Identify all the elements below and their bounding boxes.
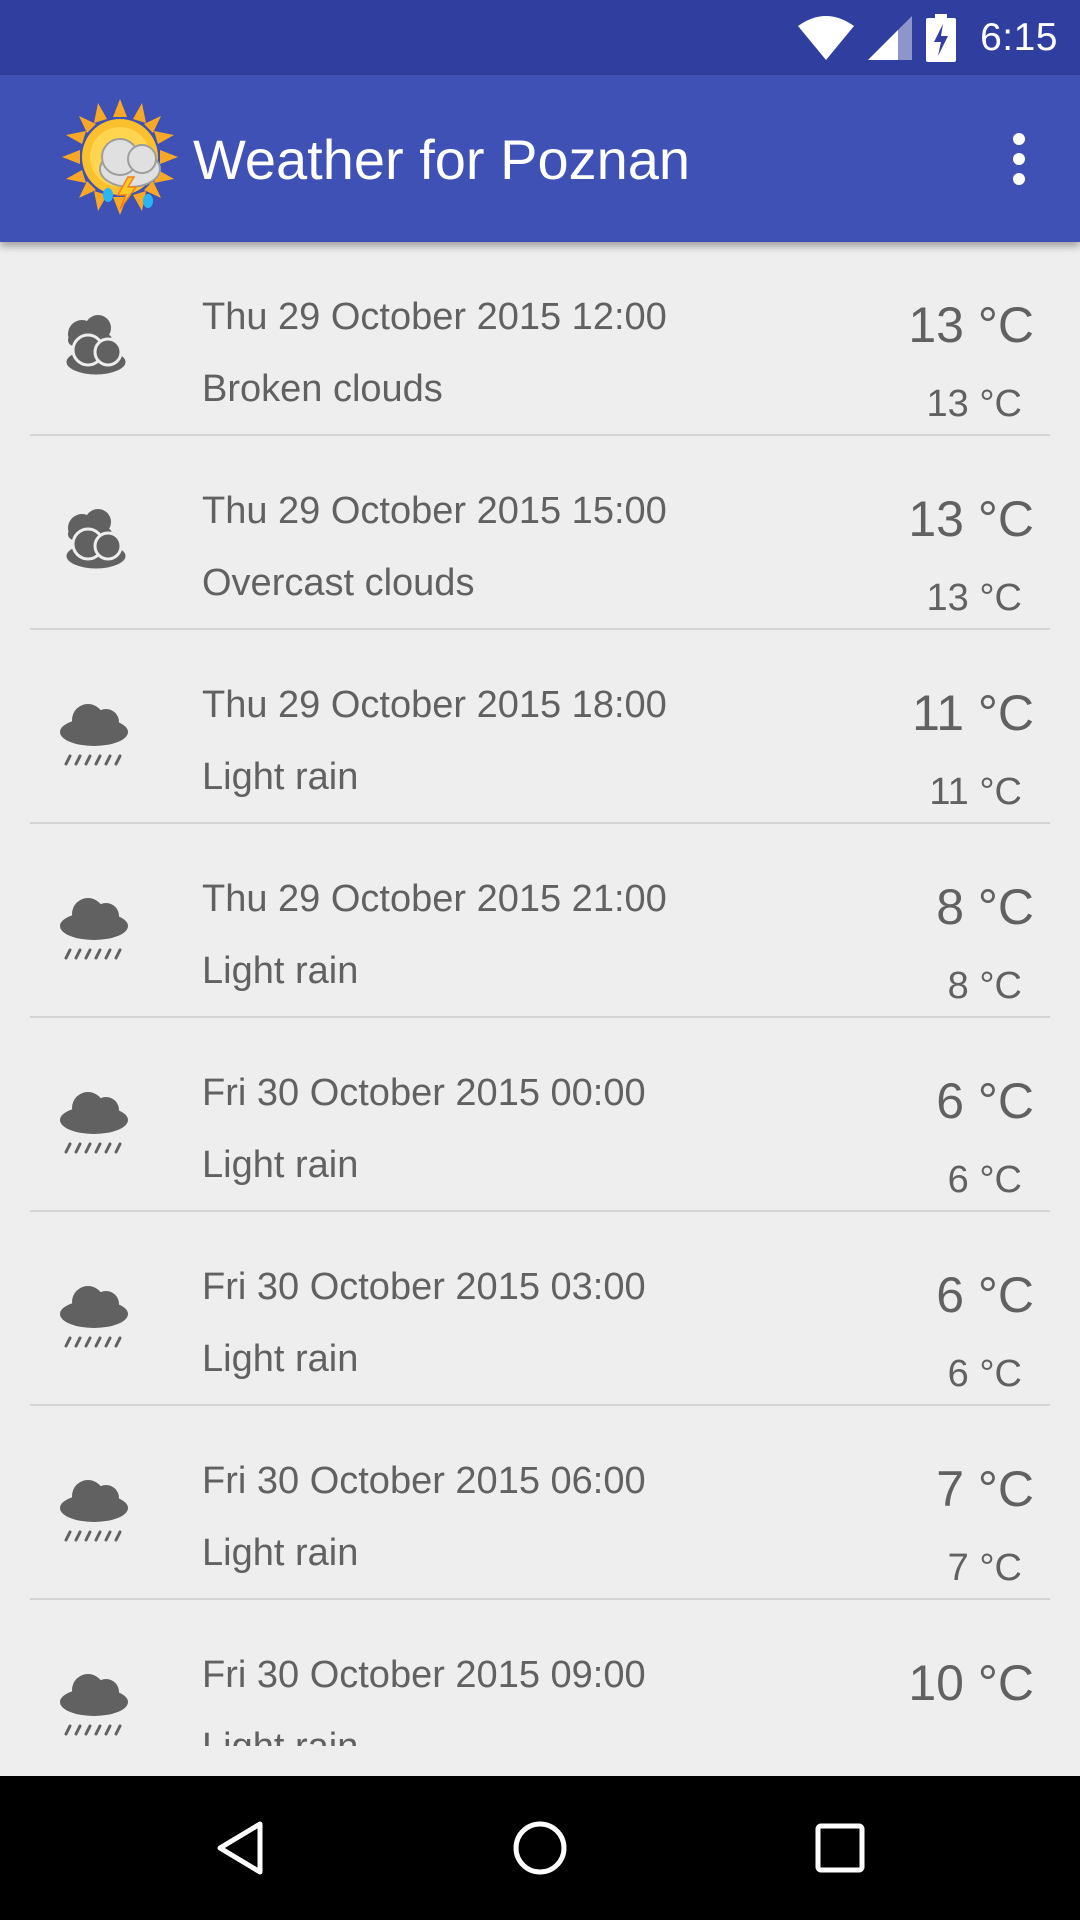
forecast-date: Fri 30 October 2015 06:00 — [202, 1460, 646, 1502]
recents-icon — [815, 1823, 865, 1873]
forecast-description: Broken clouds — [202, 368, 443, 410]
home-icon — [513, 1821, 567, 1875]
recents-button[interactable] — [790, 1798, 890, 1898]
forecast-temperature-secondary: 7 °C — [947, 1547, 1022, 1589]
forecast-row[interactable]: Thu 29 October 2015 18:00 Light rain 11 … — [0, 630, 1080, 824]
light-rain-icon — [60, 1480, 128, 1542]
forecast-temperature-secondary: 11 °C — [929, 771, 1022, 813]
forecast-row[interactable]: Fri 30 October 2015 06:00 Light rain 7 °… — [0, 1406, 1080, 1600]
forecast-temperature: 10 °C — [908, 1655, 1034, 1711]
broken-clouds-icon — [63, 315, 129, 378]
back-button[interactable] — [190, 1798, 290, 1898]
forecast-temperature-secondary: 13 °C — [926, 577, 1022, 619]
forecast-date: Thu 29 October 2015 21:00 — [202, 878, 667, 920]
forecast-temperature: 6 °C — [936, 1073, 1034, 1129]
navigation-bar — [0, 1776, 1080, 1920]
forecast-description: Light rain — [202, 1532, 359, 1574]
forecast-date: Thu 29 October 2015 12:00 — [202, 296, 667, 338]
status-icons: 6:15 — [798, 14, 1058, 62]
home-button[interactable] — [490, 1798, 590, 1898]
cell-signal-icon — [868, 16, 913, 60]
forecast-list[interactable]: Thu 29 October 2015 12:00 Broken clouds … — [0, 242, 1080, 1746]
forecast-row[interactable]: Fri 30 October 2015 09:00 Light rain 10 … — [0, 1600, 1080, 1746]
forecast-row[interactable]: Thu 29 October 2015 12:00 Broken clouds … — [0, 242, 1080, 436]
light-rain-icon — [60, 898, 128, 960]
forecast-row[interactable]: Fri 30 October 2015 03:00 Light rain 6 °… — [0, 1212, 1080, 1406]
forecast-date: Thu 29 October 2015 18:00 — [202, 684, 667, 726]
forecast-row[interactable]: Fri 30 October 2015 00:00 Light rain 6 °… — [0, 1018, 1080, 1212]
forecast-description: Light rain — [202, 1144, 359, 1186]
forecast-temperature: 11 °C — [912, 685, 1034, 741]
forecast-description: Light rain — [202, 756, 359, 798]
back-icon — [217, 1821, 263, 1875]
light-rain-icon — [60, 1674, 128, 1736]
forecast-temperature: 13 °C — [908, 491, 1034, 547]
forecast-date: Fri 30 October 2015 03:00 — [202, 1266, 646, 1308]
overflow-menu-button[interactable] — [984, 123, 1054, 195]
forecast-row[interactable]: Thu 29 October 2015 15:00 Overcast cloud… — [0, 436, 1080, 630]
forecast-date: Fri 30 October 2015 00:00 — [202, 1072, 646, 1114]
forecast-temperature-secondary: 8 °C — [947, 965, 1022, 1007]
battery-charging-icon — [926, 14, 957, 62]
forecast-description: Light rain — [202, 1726, 358, 1746]
forecast-temperature: 6 °C — [936, 1267, 1034, 1323]
forecast-temperature-secondary: 13 °C — [926, 383, 1022, 425]
wifi-icon — [798, 16, 855, 60]
forecast-temperature: 8 °C — [936, 879, 1034, 935]
page-title: Weather for Poznan — [193, 128, 691, 191]
forecast-description: Overcast clouds — [202, 562, 475, 604]
forecast-temperature-secondary: 6 °C — [947, 1159, 1022, 1201]
light-rain-icon — [60, 704, 128, 766]
forecast-row[interactable]: Thu 29 October 2015 21:00 Light rain 8 °… — [0, 824, 1080, 1018]
forecast-date: Thu 29 October 2015 15:00 — [202, 490, 667, 532]
status-bar: 6:15 — [0, 0, 1080, 75]
light-rain-icon — [60, 1286, 128, 1348]
overflow-menu-icon — [1013, 133, 1025, 145]
forecast-temperature-secondary: 6 °C — [947, 1353, 1022, 1395]
forecast-temperature: 13 °C — [908, 297, 1034, 353]
overcast-clouds-icon — [63, 509, 129, 572]
light-rain-icon — [60, 1092, 128, 1154]
forecast-description: Light rain — [202, 950, 359, 992]
app-bar: Weather for Poznan — [0, 75, 1080, 242]
forecast-temperature: 7 °C — [936, 1461, 1034, 1517]
forecast-date: Fri 30 October 2015 09:00 — [202, 1654, 646, 1696]
forecast-description: Light rain — [202, 1338, 359, 1380]
status-time: 6:15 — [980, 16, 1058, 59]
sun-cloud-storm-icon — [62, 99, 178, 215]
